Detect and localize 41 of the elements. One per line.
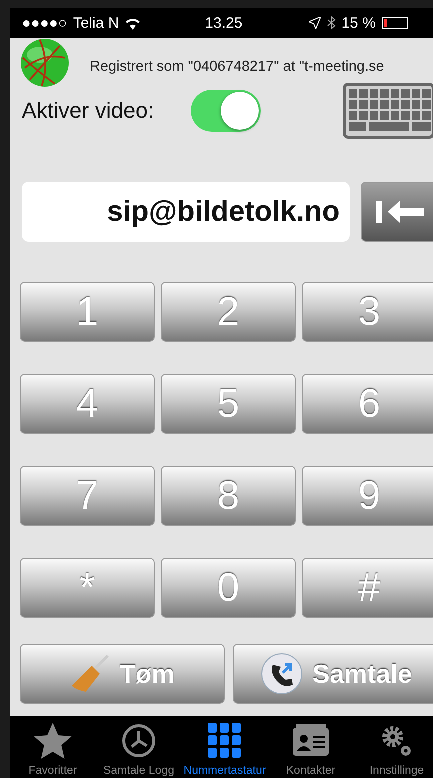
keypad-icon — [208, 723, 242, 759]
bluetooth-icon — [326, 16, 336, 30]
backspace-arrow-icon — [376, 199, 426, 225]
wifi-icon — [125, 16, 142, 30]
address-field[interactable]: sip@bildetolk.no — [22, 182, 350, 242]
keypad-key[interactable]: 7 — [20, 466, 155, 526]
clock-time: 13.25 — [205, 14, 243, 32]
keypad-key[interactable]: # — [302, 558, 433, 618]
keypad-key[interactable]: 4 — [20, 374, 155, 434]
broom-icon — [70, 654, 110, 694]
carrier-name: Telia N — [73, 14, 120, 32]
keypad-key[interactable]: * — [20, 558, 155, 618]
tab-bar-item[interactable]: Samtale Logg — [96, 716, 182, 778]
battery-percent: 15 % — [342, 14, 376, 32]
tab-bar-item[interactable]: Innstillinge — [354, 716, 433, 778]
keypad-key[interactable]: 3 — [302, 282, 433, 342]
backspace-button[interactable] — [361, 182, 433, 242]
clear-button[interactable]: Tøm — [20, 644, 225, 704]
signal-strength: ●●●●○ — [22, 14, 68, 32]
keypad-key[interactable]: 0 — [161, 558, 296, 618]
globe-logo-icon — [20, 38, 70, 88]
keypad-key[interactable]: 9 — [302, 466, 433, 526]
phone-call-icon — [260, 653, 303, 695]
keyboard-icon[interactable] — [343, 83, 433, 139]
clock-icon — [121, 723, 157, 759]
battery-icon — [382, 17, 408, 29]
tab-bar-item[interactable]: Nummertastatur — [182, 716, 268, 778]
call-button[interactable]: Samtale — [233, 644, 433, 704]
registration-status: Registrert som "0406748217" at "t-meeting.se — [90, 59, 384, 75]
star-icon — [34, 723, 72, 759]
tab-bar-item[interactable]: Kontakter — [268, 716, 354, 778]
contact-card-icon — [291, 723, 331, 759]
keypad-key[interactable]: 1 — [20, 282, 155, 342]
keypad-key[interactable]: 5 — [161, 374, 296, 434]
location-arrow-icon — [308, 17, 321, 29]
tab-bar-item[interactable]: Favoritter — [10, 716, 96, 778]
video-toggle[interactable] — [191, 90, 261, 132]
keypad-key[interactable]: 6 — [302, 374, 433, 434]
keypad-key[interactable]: 8 — [161, 466, 296, 526]
video-label: Aktiver video: — [22, 98, 156, 124]
keypad-key[interactable]: 2 — [161, 282, 296, 342]
